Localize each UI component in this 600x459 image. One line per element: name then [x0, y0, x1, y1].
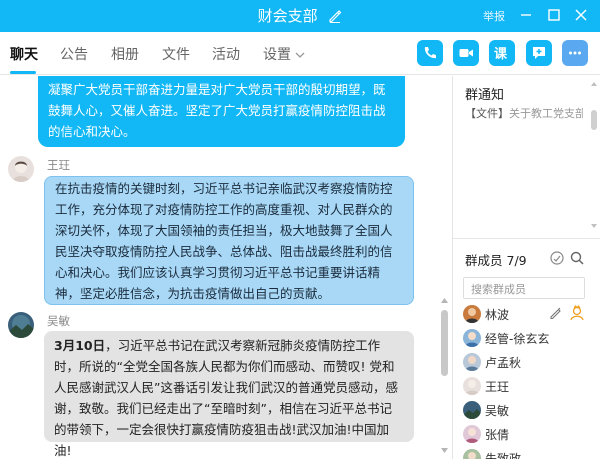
member-search-input[interactable]: 搜索群成员	[463, 277, 585, 299]
tab-album[interactable]: 相册	[111, 44, 139, 64]
user-photo-icon	[463, 377, 481, 395]
avatar	[463, 377, 481, 395]
members-title: 群成员	[465, 253, 503, 268]
avatar	[463, 449, 481, 459]
add-message-icon	[533, 47, 545, 59]
tab-bar: 聊天 公告 相册 文件 活动 设置 课	[0, 32, 600, 75]
search-icon[interactable]	[569, 250, 585, 266]
member-item[interactable]: 吴敏	[463, 399, 593, 421]
report-link[interactable]: 举报	[483, 8, 505, 24]
member-item[interactable]: 张倩	[463, 423, 593, 445]
tab-settings-label: 设置	[263, 47, 291, 63]
title-bar: 财会支部 举报	[0, 0, 600, 32]
group-owner-icon	[570, 305, 584, 321]
member-online-icon[interactable]	[549, 250, 565, 266]
panel-divider	[452, 76, 453, 459]
member-name: 王玨	[485, 380, 510, 394]
user-photo-icon	[463, 353, 481, 371]
minimize-icon[interactable]	[517, 6, 535, 24]
message-date: 3月10日	[54, 338, 106, 353]
user-photo-icon	[463, 425, 481, 443]
member-item[interactable]: 卢孟秋	[463, 351, 593, 373]
active-tab-indicator	[10, 71, 36, 74]
notice-tag: 【文件】	[465, 107, 509, 120]
group-notice-title: 群通知	[465, 88, 505, 103]
avatar	[463, 353, 481, 371]
tab-settings[interactable]: 设置	[263, 44, 305, 64]
member-name: 吴敏	[485, 404, 510, 418]
video-camera-icon	[459, 49, 473, 57]
notice-scrollbar[interactable]	[591, 110, 597, 130]
sender-name: 王玨	[47, 158, 70, 172]
video-call-button[interactable]	[453, 40, 479, 66]
message-text: 凝聚广大党员干部奋进力量是对广大党员干部的殷切期望，既鼓舞人心，又催人奋进。坚定…	[48, 82, 386, 139]
member-name: 经管-徐玄玄	[485, 332, 550, 346]
scroll-down-icon[interactable]	[440, 446, 449, 455]
tab-chat[interactable]: 聊天	[10, 44, 38, 64]
tab-announcement[interactable]: 公告	[60, 44, 88, 64]
group-notice-item[interactable]: 【文件】关于教工党支部...	[465, 105, 583, 121]
avatar	[463, 305, 481, 323]
maximize-icon[interactable]	[545, 6, 563, 24]
more-options-button[interactable]	[562, 40, 588, 66]
phone-icon	[424, 47, 436, 59]
landscape-photo-icon	[463, 401, 481, 419]
user-photo-icon	[8, 156, 34, 182]
message-text: 在抗击疫情的关键时刻，习近平总书记亲临武汉考察疫情防控工作，充分体现了对疫情防控…	[55, 181, 393, 301]
landscape-photo-icon	[8, 312, 34, 338]
title-wrap: 财会支部	[0, 5, 600, 26]
window-title: 财会支部	[257, 7, 318, 25]
members-count: 7/9	[506, 253, 527, 268]
member-name: 林波	[485, 308, 510, 322]
chat-area[interactable]: 凝聚广大党员干部奋进力量是对广大党员干部的殷切期望，既鼓舞人心，又催人奋进。坚定…	[0, 76, 452, 459]
scroll-up-icon[interactable]	[440, 296, 449, 305]
member-item[interactable]: 朱致政	[463, 447, 593, 459]
course-button[interactable]: 课	[489, 40, 515, 66]
edit-icon[interactable]	[328, 9, 342, 23]
member-item[interactable]: 经管-徐玄玄	[463, 327, 593, 349]
chat-scrollbar[interactable]	[441, 310, 448, 376]
member-item[interactable]: 王玨	[463, 375, 593, 397]
scroll-up-icon[interactable]	[590, 80, 598, 88]
close-icon[interactable]	[572, 6, 590, 24]
member-name: 朱致政	[485, 452, 522, 459]
member-name: 张倩	[485, 428, 510, 442]
message-bubble[interactable]: 凝聚广大党员干部奋进力量是对广大党员干部的殷切期望，既鼓舞人心，又催人奋进。坚定…	[38, 76, 405, 147]
member-name: 卢孟秋	[485, 356, 522, 370]
message-bubble[interactable]: 3月10日，习近平总书记在武汉考察新冠肺炎疫情防控工作时，所说的“全党全国各族人…	[44, 331, 414, 458]
course-icon: 课	[494, 47, 508, 62]
members-header: 群成员 7/9	[465, 250, 527, 269]
avatar	[463, 329, 481, 347]
chevron-down-icon	[295, 52, 305, 58]
avatar[interactable]	[8, 156, 34, 182]
avatar	[463, 401, 481, 419]
add-chat-button[interactable]	[526, 40, 552, 66]
user-photo-icon	[463, 449, 481, 459]
avatar	[463, 425, 481, 443]
user-photo-icon	[463, 305, 481, 323]
notice-text: 关于教工党支部...	[509, 107, 583, 120]
voice-call-button[interactable]	[417, 40, 443, 66]
member-item[interactable]: 林波	[463, 303, 593, 325]
avatar[interactable]	[8, 312, 34, 338]
message-bubble-selected[interactable]: 在抗击疫情的关键时刻，习近平总书记亲临武汉考察疫情防控工作，充分体现了对疫情防控…	[44, 176, 414, 305]
tab-activity[interactable]: 活动	[212, 44, 240, 64]
message-text: ，习近平总书记在武汉考察新冠肺炎疫情防控工作时，所说的“全党全国各族人民都为你们…	[54, 338, 398, 458]
more-icon	[569, 51, 581, 55]
edit-icon[interactable]	[549, 306, 563, 320]
scroll-down-icon[interactable]	[590, 222, 598, 230]
user-photo-icon	[463, 329, 481, 347]
section-divider	[453, 238, 600, 239]
sender-name: 吴敏	[47, 314, 70, 328]
tab-files[interactable]: 文件	[162, 44, 190, 64]
